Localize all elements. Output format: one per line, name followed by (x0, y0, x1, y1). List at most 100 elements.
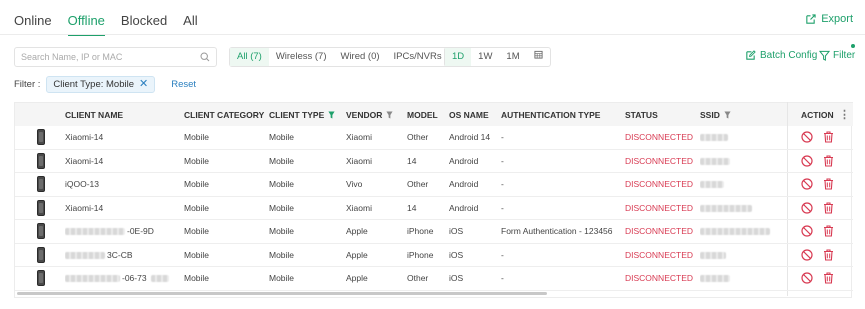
col-ssid-label: SSID (700, 110, 720, 120)
trash-icon[interactable] (823, 272, 834, 284)
table-row[interactable]: -0E-9D Mobile Mobile Apple iPhone iOS Fo… (15, 220, 853, 244)
row-actions (801, 154, 834, 167)
auth-type-cell: - (501, 249, 504, 260)
col-client-type[interactable]: CLIENT TYPE (269, 103, 335, 127)
client-name: -0E-9D (127, 226, 154, 236)
status-tabs: Online Offline Blocked All (14, 10, 214, 36)
model-cell: Other (407, 132, 429, 142)
range-1d[interactable]: 1D (445, 48, 472, 66)
funnel-icon[interactable] (724, 111, 731, 119)
table-row[interactable]: 3C-CB Mobile Mobile Apple iPhone iOS - D… (15, 244, 853, 267)
client-name-cell[interactable]: iQOO-13 (65, 173, 180, 196)
time-range-filter: 1D 1W 1M (444, 47, 551, 67)
block-icon[interactable] (801, 248, 813, 261)
client-type-cell: Mobile (269, 273, 295, 283)
table-row[interactable]: Xiaomi-14 Mobile Mobile Xiaomi 14 Androi… (15, 197, 853, 220)
col-client-name[interactable]: CLIENT NAME (65, 103, 123, 127)
trash-icon[interactable] (823, 248, 834, 261)
ssid-cell (700, 267, 785, 290)
col-ssid[interactable]: SSID (700, 103, 731, 127)
calendar-button[interactable] (527, 48, 550, 66)
trash-icon[interactable] (823, 131, 834, 143)
block-icon[interactable] (801, 131, 813, 143)
client-name-cell[interactable]: -0E-9D (65, 220, 180, 243)
col-os-name-label: OS NAME (449, 110, 489, 120)
range-1w[interactable]: 1W (471, 48, 499, 66)
vendor-cell: Vivo (346, 179, 363, 189)
table-row[interactable]: Xiaomi-14 Mobile Mobile Xiaomi Other And… (15, 126, 853, 150)
client-name-cell[interactable]: 3C-CB (65, 244, 180, 267)
tab-all[interactable]: All (183, 10, 197, 36)
col-model-label: MODEL (407, 110, 438, 120)
status-cell: DISCONNECTED (625, 202, 694, 213)
model-cell: 14 (407, 155, 417, 166)
col-vendor[interactable]: VENDOR (346, 103, 393, 127)
trash-icon[interactable] (823, 154, 834, 167)
filter-wired[interactable]: Wired (0) (333, 48, 386, 66)
col-auth-type[interactable]: AUTHENTICATION TYPE (501, 103, 600, 127)
reset-button[interactable]: Reset (171, 79, 196, 90)
client-name-cell[interactable]: -06-73 (65, 267, 180, 290)
trash-icon[interactable] (823, 201, 834, 214)
filter-ipcs-nvrs[interactable]: IPCs/NVRs (387, 48, 449, 66)
vendor-cell: Xiaomi (346, 202, 372, 213)
filter-button[interactable]: Filter (819, 50, 855, 61)
col-status[interactable]: STATUS (625, 103, 658, 127)
active-filters: Filter : Client Type: Mobile ✕ Reset (14, 76, 196, 93)
model-cell: 14 (407, 202, 417, 213)
model-cell: iPhone (407, 226, 434, 236)
filter-all[interactable]: All (7) (230, 48, 269, 66)
client-name-cell[interactable]: Xiaomi-14 (65, 126, 180, 149)
block-icon[interactable] (801, 178, 813, 190)
ssid-cell (700, 150, 785, 173)
status-cell: DISCONNECTED (625, 155, 694, 166)
col-client-category[interactable]: CLIENT CATEGORY (184, 103, 264, 127)
table-row[interactable]: -06-73 Mobile Mobile Apple Other iOS - D… (15, 267, 853, 291)
status-cell: DISCONNECTED (625, 179, 694, 189)
filter-chip-label: Client Type: Mobile (53, 79, 135, 90)
funnel-icon (819, 50, 830, 61)
redacted-text (65, 275, 120, 283)
auth-type-cell: - (501, 155, 504, 166)
trash-icon[interactable] (823, 225, 834, 237)
filter-wireless[interactable]: Wireless (7) (269, 48, 334, 66)
vendor-cell: Apple (346, 273, 368, 283)
export-button[interactable]: Export (805, 13, 853, 25)
block-icon[interactable] (801, 154, 813, 167)
batch-config-button[interactable]: Batch Config (745, 50, 817, 61)
client-name-cell[interactable]: Xiaomi-14 (65, 197, 180, 220)
redacted-text (65, 228, 125, 236)
os-name-cell: Android (449, 202, 479, 213)
close-icon[interactable]: ✕ (139, 79, 148, 90)
filter-active-dot (851, 44, 855, 48)
row-actions (801, 131, 834, 143)
status-cell: DISCONNECTED (625, 132, 694, 142)
os-name-cell: iOS (449, 226, 464, 236)
block-icon[interactable] (801, 201, 813, 214)
range-1m[interactable]: 1M (499, 48, 526, 66)
funnel-icon[interactable] (386, 111, 393, 119)
col-os-name[interactable]: OS NAME (449, 103, 489, 127)
os-name-cell: Android 14 (449, 132, 491, 142)
block-icon[interactable] (801, 225, 813, 237)
os-name-cell: Android (449, 179, 479, 189)
os-name-cell: iOS (449, 273, 464, 283)
client-category-cell: Mobile (184, 202, 210, 213)
tab-offline[interactable]: Offline (67, 10, 105, 36)
funnel-icon[interactable] (328, 111, 335, 119)
horizontal-scrollbar[interactable] (17, 292, 547, 295)
search-icon[interactable] (200, 52, 210, 62)
client-name-cell[interactable]: Xiaomi-14 (65, 150, 180, 173)
tab-online[interactable]: Online (14, 10, 52, 36)
col-model[interactable]: MODEL (407, 103, 438, 127)
auth-type-cell: - (501, 132, 504, 142)
client-category-cell: Mobile (184, 179, 210, 189)
table-row[interactable]: Xiaomi-14 Mobile Mobile Xiaomi 14 Androi… (15, 150, 853, 173)
table-row[interactable]: iQOO-13 Mobile Mobile Vivo Other Android… (15, 173, 853, 197)
ssid-cell (700, 244, 785, 267)
search-input[interactable] (21, 52, 200, 62)
trash-icon[interactable] (823, 178, 834, 190)
block-icon[interactable] (801, 272, 813, 284)
tab-blocked[interactable]: Blocked (121, 10, 167, 36)
phone-icon (37, 246, 45, 263)
